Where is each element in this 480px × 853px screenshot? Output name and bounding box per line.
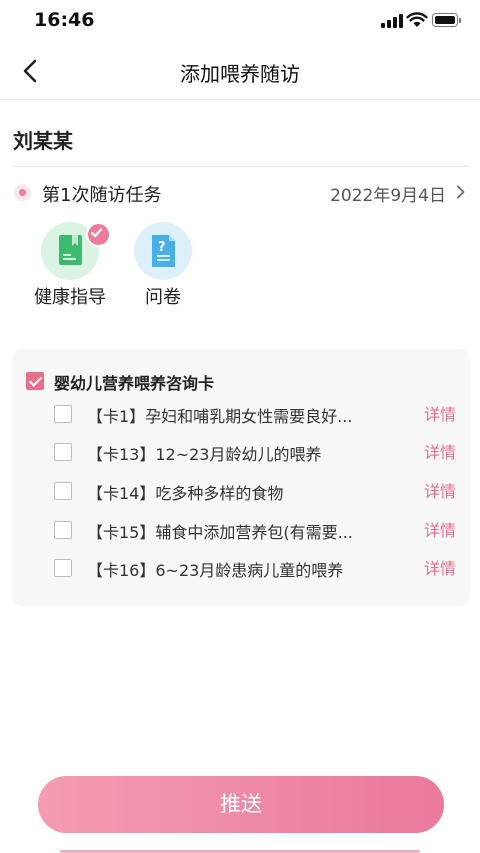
card-checkbox[interactable] — [54, 482, 72, 500]
card-checkbox[interactable] — [54, 521, 72, 539]
card-checkbox[interactable] — [54, 559, 72, 577]
consult-card-panel: 婴幼儿营养喂养咨询卡 【卡1】孕妇和哺乳期女性需要良好... 详情 【卡13】1… — [12, 349, 470, 606]
task-status-dot-icon — [14, 184, 31, 201]
health-guidance-button[interactable]: 健康指导 — [30, 222, 111, 309]
battery-tip — [459, 18, 461, 23]
selected-check-icon — [86, 222, 111, 247]
questionnaire-document-icon: ? — [152, 235, 175, 267]
card-list-item: 【卡1】孕妇和哺乳期女性需要良好... 详情 — [12, 394, 470, 432]
card-detail-link[interactable]: 详情 — [424, 555, 456, 579]
status-bar: 16:46 — [0, 0, 480, 44]
card-checkbox[interactable] — [54, 405, 72, 423]
page-title: 添加喂养随访 — [180, 62, 300, 86]
cellular-signal-icon — [381, 14, 403, 28]
followup-task-row[interactable]: 第1次随访任务 2022年9月4日 — [0, 170, 480, 214]
group-checkbox[interactable] — [26, 372, 44, 390]
card-list-item: 【卡13】12~23月龄幼儿的喂养 详情 — [12, 432, 470, 470]
svg-text:?: ? — [158, 240, 166, 255]
card-item-label: 【卡14】吃多种多样的食物 — [87, 484, 284, 503]
task-date: 2022年9月4日 — [330, 186, 446, 206]
divider — [13, 166, 470, 167]
health-guidance-label: 健康指导 — [34, 287, 106, 308]
questionnaire-icon-circle: ? — [134, 222, 192, 280]
card-item-label: 【卡13】12~23月龄幼儿的喂养 — [87, 445, 322, 464]
questionnaire-button[interactable]: ? 问卷 — [123, 222, 203, 309]
patient-name: 刘某某 — [13, 129, 73, 153]
card-list-item: 【卡16】6~23月龄患病儿童的喂养 详情 — [12, 548, 470, 586]
battery-icon — [432, 13, 458, 27]
nav-bar: 添加喂养随访 — [0, 44, 480, 100]
status-time: 16:46 — [34, 9, 95, 31]
card-item-label: 【卡1】孕妇和哺乳期女性需要良好... — [87, 407, 353, 426]
card-detail-link[interactable]: 详情 — [424, 478, 456, 502]
card-list-item: 【卡14】吃多种多样的食物 详情 — [12, 471, 470, 509]
task-title: 第1次随访任务 — [42, 185, 162, 206]
card-checkbox[interactable] — [54, 443, 72, 461]
push-button[interactable]: 推送 — [38, 776, 444, 833]
card-detail-link[interactable]: 详情 — [424, 401, 456, 425]
card-list-item: 【卡15】辅食中添加营养包(有需要... 详情 — [12, 510, 470, 548]
questionnaire-label: 问卷 — [145, 287, 181, 308]
health-guidance-icon-circle — [41, 222, 111, 280]
card-item-label: 【卡16】6~23月龄患病儿童的喂养 — [87, 561, 344, 580]
card-group-title: 婴幼儿营养喂养咨询卡 — [54, 374, 215, 393]
card-detail-link[interactable]: 详情 — [424, 439, 456, 463]
wifi-icon — [406, 12, 428, 27]
chevron-right-icon — [457, 185, 465, 199]
card-detail-link[interactable]: 详情 — [424, 517, 456, 541]
card-item-label: 【卡15】辅食中添加营养包(有需要... — [87, 523, 353, 542]
